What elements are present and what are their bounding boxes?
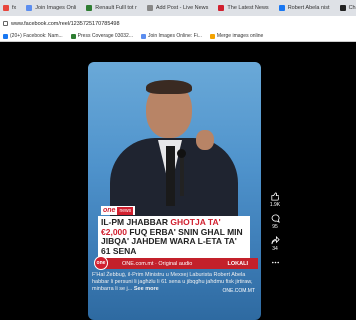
share-count: 34	[272, 246, 278, 252]
tab-label: Join Images Onli	[35, 5, 77, 11]
action-rail: 1.9K 95 34	[266, 192, 284, 274]
brand-logo: one	[103, 207, 116, 214]
microphone-icon	[177, 149, 186, 158]
tab-favicon-icon	[218, 5, 225, 11]
lock-icon	[3, 21, 8, 26]
reel-viewer: one news IL-PM JHABBAR GHOTJA TA' €2,000…	[0, 42, 356, 320]
microphone-stand	[180, 152, 184, 196]
tab-label: ChatGPT	[348, 5, 356, 11]
like-icon	[271, 192, 280, 201]
speaker-hair	[146, 80, 192, 94]
bookmark-label: Press Coverage 03032...	[77, 33, 133, 39]
tab-label: The Latest News	[227, 5, 269, 11]
like-button[interactable]: 1.9K	[270, 192, 280, 208]
brand-label: news	[117, 206, 134, 215]
speaker-hand	[196, 130, 214, 150]
bookmarks-bar: (20+) Facebook: Nam... Press Coverage 030…	[0, 31, 356, 42]
browser-tab[interactable]: Robert Abela nist	[276, 1, 333, 15]
source-bar: ONE.com.mt · Original audio LOKALI	[98, 258, 258, 269]
bookmark-label: Merge images online	[216, 33, 264, 39]
share-icon	[270, 236, 280, 245]
like-count: 1.9K	[269, 202, 281, 208]
tab-favicon-icon	[26, 5, 33, 11]
watermark: ONE.COM.MT	[222, 288, 256, 294]
more-button[interactable]	[271, 258, 280, 268]
bookmark-item[interactable]: Join Images Online: Fi...	[140, 33, 202, 39]
reel-source[interactable]: ONE.com.mt · Original audio	[122, 261, 192, 267]
comment-button[interactable]: 95	[271, 214, 280, 230]
browser-tab[interactable]: ChatGPT	[337, 1, 356, 15]
tab-favicon-icon	[3, 5, 9, 11]
bookmark-favicon-icon	[209, 33, 215, 39]
tab-label: fx	[12, 5, 17, 11]
tab-label: Robert Abela nist	[287, 5, 330, 11]
news-headline: IL-PM JHABBAR GHOTJA TA' €2,000 FUQ ERBA…	[98, 216, 250, 258]
bookmark-favicon-icon	[3, 33, 8, 39]
location-tag: LOKALI	[227, 260, 248, 267]
tab-favicon-icon	[278, 5, 285, 11]
share-button[interactable]: 34	[270, 236, 280, 252]
address-url[interactable]: www.facebook.com/reel/1235725170785498	[11, 21, 120, 27]
browser-tab[interactable]: Renault Fulll tot r	[83, 1, 140, 15]
address-bar[interactable]: www.facebook.com/reel/1235725170785498	[0, 16, 356, 31]
speaker-tie	[166, 146, 175, 206]
browser-tab-strip: fx Join Images Onli Renault Fulll tot r Add…	[0, 0, 356, 16]
tab-favicon-icon	[339, 5, 346, 11]
comment-icon	[271, 214, 280, 223]
headline-pre: IL-PM JHABBAR	[101, 217, 171, 227]
bookmark-label: Join Images Online: Fi...	[147, 33, 202, 39]
browser-tab[interactable]: The Latest News	[215, 1, 271, 15]
news-badge: one news	[101, 206, 136, 215]
bookmark-favicon-icon	[70, 33, 76, 39]
channel-avatar[interactable]: one	[94, 256, 108, 270]
bookmark-item[interactable]: (20+) Facebook: Nam...	[3, 33, 63, 39]
tab-label: Add Post - Live News	[155, 5, 209, 11]
bookmark-item[interactable]: Merge images online	[209, 33, 264, 39]
bookmark-favicon-icon	[140, 33, 146, 39]
reel-video[interactable]: one news IL-PM JHABBAR GHOTJA TA' €2,000…	[88, 62, 261, 320]
browser-tab[interactable]: fx	[0, 1, 19, 15]
tab-favicon-icon	[86, 5, 93, 11]
comment-count: 95	[272, 224, 278, 230]
tab-favicon-icon	[146, 5, 153, 11]
more-icon	[271, 261, 279, 264]
bookmark-label: (20+) Facebook: Nam...	[10, 33, 63, 39]
see-more-link[interactable]: See more	[134, 286, 159, 292]
browser-tab[interactable]: Add Post - Live News	[144, 1, 212, 15]
browser-tab[interactable]: Join Images Onli	[23, 1, 79, 15]
bookmark-item[interactable]: Press Coverage 03032...	[70, 33, 133, 39]
tab-label: Renault Fulll tot r	[95, 5, 137, 11]
